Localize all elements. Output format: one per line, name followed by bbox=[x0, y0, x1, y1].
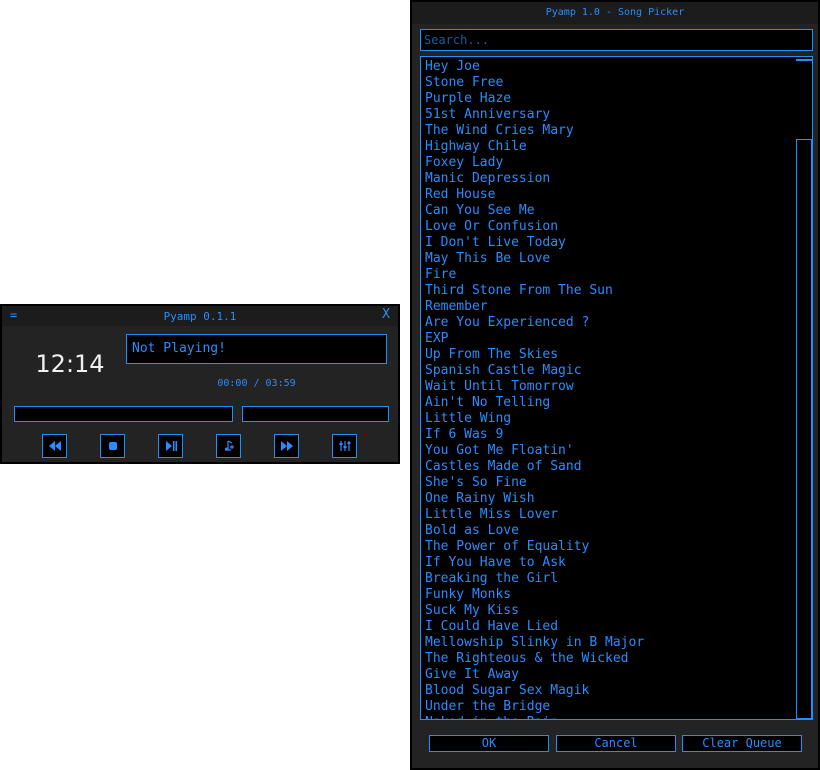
close-button[interactable]: X bbox=[382, 307, 390, 322]
fast-forward-icon bbox=[280, 441, 293, 451]
ok-button[interactable]: OK bbox=[429, 735, 549, 752]
song-item[interactable]: Suck My Kiss bbox=[425, 603, 795, 619]
song-item[interactable]: Highway Chile bbox=[425, 139, 795, 155]
song-item[interactable]: Bold as Love bbox=[425, 523, 795, 539]
equalizer-button[interactable] bbox=[332, 434, 357, 458]
scrollbar-thumb[interactable] bbox=[796, 139, 812, 719]
now-playing-status: Not Playing! bbox=[126, 334, 387, 364]
song-item[interactable]: Wait Until Tomorrow bbox=[425, 379, 795, 395]
volume-bar[interactable] bbox=[242, 406, 389, 422]
song-item[interactable]: Hey Joe bbox=[425, 59, 795, 75]
search-input[interactable] bbox=[420, 29, 813, 51]
song-items: Hey Joe Stone Free Purple Haze 51st Anniver… bbox=[425, 59, 795, 719]
equalizer-icon bbox=[339, 441, 350, 451]
song-item[interactable]: 51st Anniversary bbox=[425, 107, 795, 123]
scrollbar-arrow[interactable] bbox=[796, 59, 812, 61]
song-item[interactable]: May This Be Love bbox=[425, 251, 795, 267]
song-item[interactable]: Remember bbox=[425, 299, 795, 315]
song-item[interactable]: Third Stone From The Sun bbox=[425, 283, 795, 299]
song-item[interactable]: Blood Sugar Sex Magik bbox=[425, 683, 795, 699]
time-display: 00:00 / 03:59 bbox=[217, 378, 296, 389]
song-item[interactable]: Manic Depression bbox=[425, 171, 795, 187]
song-picker-window: Pyamp 1.0 - Song Picker Hey JoeStone Fre… bbox=[410, 0, 820, 770]
cancel-button[interactable]: Cancel bbox=[556, 735, 676, 752]
song-item[interactable]: Under the Bridge bbox=[425, 699, 795, 715]
rewind-icon bbox=[48, 441, 61, 451]
stop-icon bbox=[108, 442, 117, 450]
song-item[interactable]: I Could Have Lied bbox=[425, 619, 795, 635]
play-pause-button[interactable] bbox=[158, 434, 183, 458]
song-item[interactable]: Foxey Lady bbox=[425, 155, 795, 171]
song-item[interactable]: Breaking the Girl bbox=[425, 571, 795, 587]
song-item[interactable]: Can You See Me bbox=[425, 203, 795, 219]
clear-queue-button[interactable]: Clear Queue bbox=[682, 735, 802, 752]
scrollbar[interactable] bbox=[796, 57, 812, 719]
song-item[interactable]: Give It Away bbox=[425, 667, 795, 683]
play-pause-icon bbox=[165, 441, 177, 451]
stop-button[interactable] bbox=[100, 434, 125, 458]
song-item[interactable]: Naked in the Rain bbox=[425, 715, 795, 719]
song-item[interactable]: Ain't No Telling bbox=[425, 395, 795, 411]
song-item[interactable]: Castles Made of Sand bbox=[425, 459, 795, 475]
picker-titlebar[interactable]: Pyamp 1.0 - Song Picker bbox=[412, 2, 818, 24]
song-item[interactable]: You Got Me Floatin' bbox=[425, 443, 795, 459]
player-title: Pyamp 0.1.1 bbox=[163, 310, 237, 323]
song-item[interactable]: Love Or Confusion bbox=[425, 219, 795, 235]
fast-forward-button[interactable] bbox=[274, 434, 299, 458]
rewind-button[interactable] bbox=[42, 434, 67, 458]
song-item[interactable]: Purple Haze bbox=[425, 91, 795, 107]
song-item[interactable]: If You Have to Ask bbox=[425, 555, 795, 571]
song-item[interactable]: She's So Fine bbox=[425, 475, 795, 491]
song-item[interactable]: Little Wing bbox=[425, 411, 795, 427]
progress-bar[interactable] bbox=[14, 406, 233, 422]
song-list[interactable]: Hey Joe Stone Free Purple Haze 51st Anniver… bbox=[420, 56, 813, 720]
song-item[interactable]: EXP bbox=[425, 331, 795, 347]
song-item[interactable]: Funky Monks bbox=[425, 587, 795, 603]
song-item[interactable]: If 6 Was 9 bbox=[425, 427, 795, 443]
song-item[interactable]: The Wind Cries Mary bbox=[425, 123, 795, 139]
song-item[interactable]: One Rainy Wish bbox=[425, 491, 795, 507]
song-item[interactable]: Are You Experienced ? bbox=[425, 315, 795, 331]
clock-display: 12:14 bbox=[35, 350, 105, 378]
song-item[interactable]: Mellowship Slinky in B Major bbox=[425, 635, 795, 651]
song-item[interactable]: Red House bbox=[425, 187, 795, 203]
song-item[interactable]: I Don't Live Today bbox=[425, 235, 795, 251]
song-item[interactable]: Little Miss Lover bbox=[425, 507, 795, 523]
song-item[interactable]: Spanish Castle Magic bbox=[425, 363, 795, 379]
playlist-icon bbox=[224, 440, 234, 451]
song-item[interactable]: Stone Free bbox=[425, 75, 795, 91]
song-item[interactable]: Fire bbox=[425, 267, 795, 283]
playlist-button[interactable] bbox=[216, 434, 241, 458]
song-item[interactable]: The Righteous & the Wicked bbox=[425, 651, 795, 667]
player-window: = Pyamp 0.1.1 X 12:14 Not Playing! 00:00… bbox=[0, 304, 400, 464]
player-titlebar[interactable]: = Pyamp 0.1.1 X bbox=[2, 306, 398, 326]
song-item[interactable]: Up From The Skies bbox=[425, 347, 795, 363]
song-item[interactable]: The Power of Equality bbox=[425, 539, 795, 555]
